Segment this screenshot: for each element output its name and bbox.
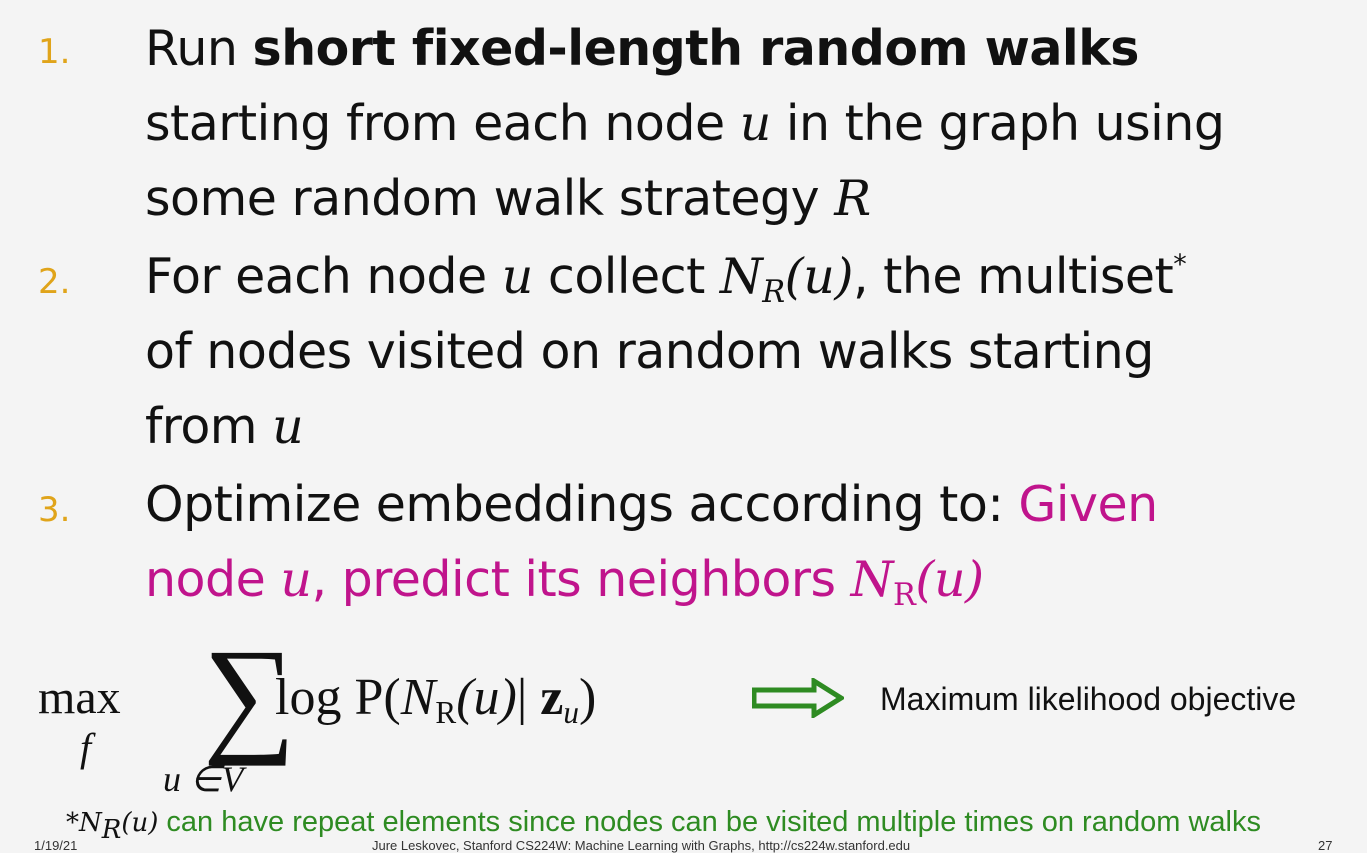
double-arrow-icon: [752, 678, 844, 718]
formula-z-subscript: u: [563, 694, 579, 730]
footnote: *NR(u) can have repeat elements since no…: [66, 806, 1261, 845]
item-3-highlight: , predict its neighbors: [311, 551, 851, 608]
item-2-line-2: of nodes visited on random walks startin…: [145, 323, 1154, 380]
item-1-text: in the graph using: [770, 95, 1225, 152]
formula-bar: |: [516, 669, 541, 726]
math-u: u: [280, 551, 312, 608]
math-subscript-R: R: [892, 577, 916, 613]
math-u: u: [272, 398, 304, 455]
footnote-math-N: N: [79, 808, 102, 838]
list-number-2: 2.: [38, 262, 71, 302]
footnote-text: can have repeat elements since nodes can…: [158, 806, 1261, 838]
formula-sum-subscript: u ∈V: [163, 759, 244, 799]
item-1-text: Run: [145, 20, 253, 77]
item-2-text: , the multiset: [852, 248, 1174, 305]
item-1-text: some random walk strategy: [145, 170, 835, 227]
item-2-text: For each node: [145, 248, 502, 305]
formula-max-subscript: f: [80, 725, 92, 770]
formula-N-subscript: R: [435, 694, 457, 730]
formula-close-paren: ): [578, 669, 597, 726]
item-1-line-3: some random walk strategy R: [145, 170, 871, 227]
item-3-highlight: node: [145, 551, 281, 608]
item-2-line-3: from u: [145, 398, 304, 455]
item-1-line-1: Run short fixed-length random walks: [145, 20, 1139, 77]
item-3-line-2: node u, predict its neighbors NR(u): [145, 551, 984, 613]
formula-expression: log P(NR(u)| zu): [275, 668, 597, 730]
math-arg-u: (u): [915, 551, 984, 608]
item-3-line-1: Optimize embeddings according to: Given: [145, 476, 1158, 533]
footnote-star: *: [66, 808, 79, 838]
formula-log-p: log P(: [275, 669, 401, 726]
objective-label: Maximum likelihood objective: [880, 681, 1297, 717]
footnote-marker: *: [1173, 248, 1187, 280]
item-2-text: collect: [532, 248, 720, 305]
footnote-math-arg: (u): [121, 808, 159, 838]
slide: 1. Run short fixed-length random walks s…: [0, 0, 1367, 853]
math-arg-u: (u): [784, 248, 854, 305]
item-1-text: starting from each node: [145, 95, 740, 152]
item-2-text: of nodes visited on random walks startin…: [145, 323, 1154, 380]
item-3-highlight: Given: [1018, 476, 1158, 533]
math-u: u: [501, 248, 534, 305]
item-2-line-1: For each node u collect NR(u), the multi…: [145, 248, 1187, 310]
objective-formula: max f ∑ u ∈V log P(NR(u)| zu): [38, 630, 818, 810]
formula-max: max: [38, 671, 121, 724]
item-2-text: from: [145, 398, 273, 455]
formula-N-arg: (u): [456, 669, 517, 726]
footnote-math-subscript: R: [101, 815, 122, 846]
formula-N: N: [400, 669, 436, 726]
math-N: N: [719, 248, 763, 305]
item-3-text: Optimize embeddings according to:: [145, 476, 1019, 533]
math-R: R: [834, 170, 871, 227]
item-1-bold-text: short fixed-length random walks: [252, 20, 1140, 77]
formula-z: z: [540, 669, 564, 726]
list-number-1: 1.: [38, 32, 71, 72]
item-1-line-2: starting from each node u in the graph u…: [145, 95, 1225, 152]
list-number-3: 3.: [38, 490, 71, 530]
math-N: N: [850, 551, 894, 608]
math-u: u: [739, 95, 772, 152]
math-subscript-R: R: [762, 274, 785, 310]
